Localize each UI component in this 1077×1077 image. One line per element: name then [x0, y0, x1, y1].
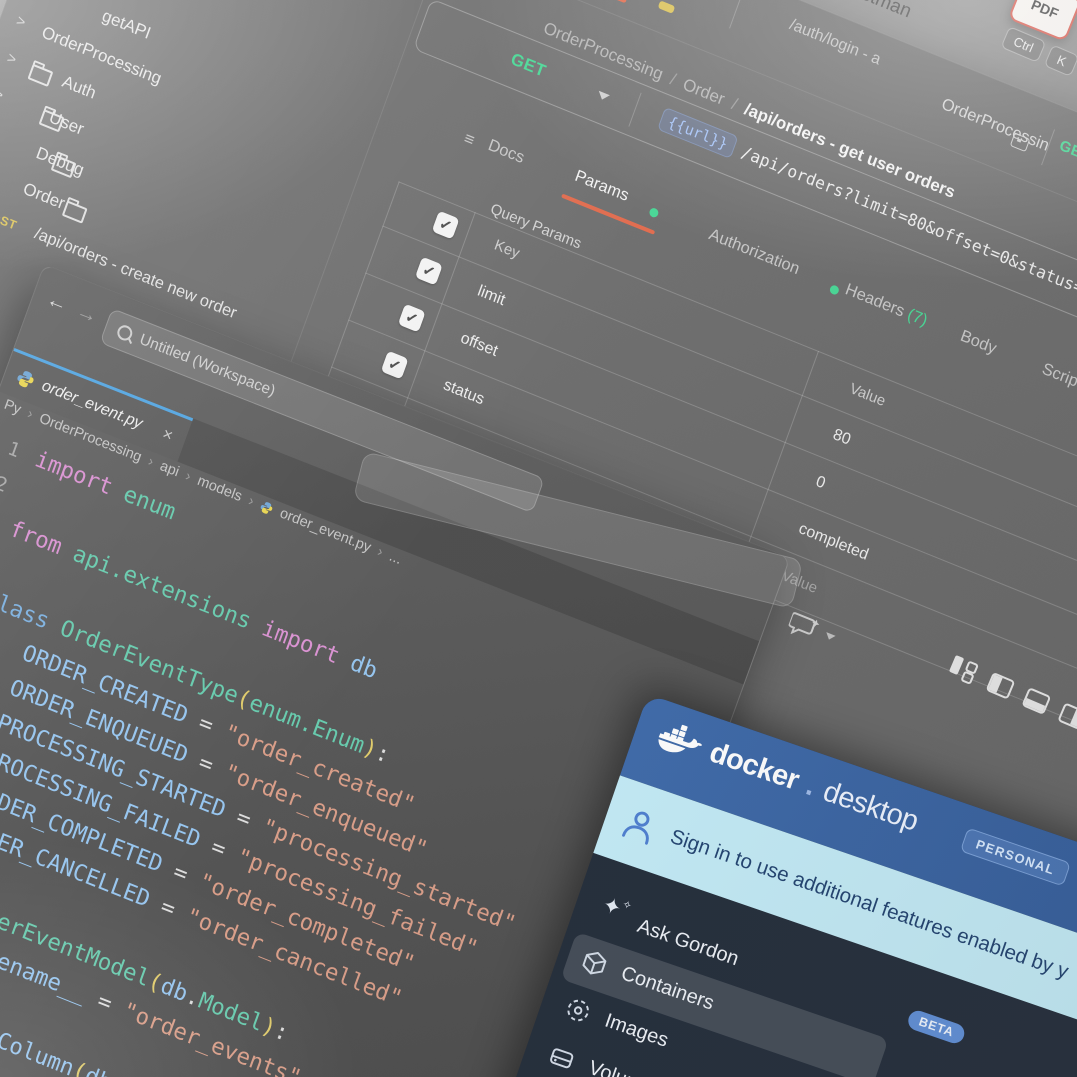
- row-checkbox[interactable]: ✓: [415, 257, 443, 286]
- sidebar-folder-order[interactable]: Order: [20, 179, 67, 214]
- nav-images[interactable]: Images: [602, 1010, 672, 1053]
- value-column-header: Value: [847, 380, 887, 410]
- beta-badge: BETA: [906, 1008, 968, 1046]
- breadcrumb-chevron: ›: [246, 493, 256, 510]
- authorization-dot: [829, 284, 840, 296]
- breadcrumb-separator: /: [667, 69, 678, 90]
- param-key[interactable]: limit: [475, 282, 508, 310]
- param-value[interactable]: 80: [830, 426, 853, 450]
- breadcrumb-item[interactable]: ...: [387, 548, 404, 567]
- urlbar-separator: [628, 93, 641, 127]
- k-keycap: K: [1044, 45, 1077, 77]
- active-tab-underline: [561, 194, 655, 235]
- tab-headers[interactable]: Headers (7): [843, 280, 930, 331]
- headers-label: Headers: [843, 280, 907, 320]
- tab-docs[interactable]: Docs: [485, 136, 526, 168]
- params-modified-dot: [648, 207, 659, 219]
- screenshot-canvas: getAPI > OrderProcessing > Auth > User >…: [0, 0, 1077, 1077]
- images-icon: [562, 994, 595, 1027]
- tab-method-fragment-red: [605, 0, 627, 3]
- chevron-icon[interactable]: >: [0, 85, 6, 104]
- sidebar-item-getapi[interactable]: getAPI: [99, 6, 153, 44]
- breadcrumb-chevron: ›: [183, 468, 193, 485]
- search-icon: [115, 323, 134, 343]
- back-arrow[interactable]: ←: [43, 287, 71, 317]
- post-method-badge: POST: [0, 206, 19, 233]
- tab-get-fragment[interactable]: GET: [1057, 137, 1077, 165]
- docker-logo-word2: desktop: [819, 775, 922, 838]
- docs-icon: ≡: [461, 128, 477, 151]
- chevron-icon[interactable]: >: [5, 49, 19, 68]
- chevron-down-icon: [824, 632, 835, 641]
- sidebar-folder-auth[interactable]: Auth: [59, 72, 98, 104]
- breadcrumb-chevron: ›: [25, 406, 35, 423]
- param-value[interactable]: 0: [813, 473, 827, 493]
- tab-auth-login[interactable]: /auth/login - a: [787, 16, 883, 69]
- tab-method-fragment-yellow: [658, 0, 676, 14]
- close-icon[interactable]: ×: [160, 423, 176, 445]
- folder-icon: [62, 201, 88, 224]
- row-checkbox[interactable]: ✓: [398, 304, 426, 333]
- tab-authorization[interactable]: Authorization: [706, 225, 802, 279]
- param-key[interactable]: status: [441, 376, 487, 409]
- nav-volumes[interactable]: Volumes: [585, 1057, 665, 1077]
- docker-logo-word1: docker: [705, 736, 803, 797]
- row-checkbox[interactable]: ✓: [381, 351, 409, 380]
- person-icon: [618, 804, 661, 847]
- volumes-icon: [545, 1041, 578, 1074]
- tab-scripts[interactable]: Scripts: [1039, 360, 1077, 397]
- tab-params[interactable]: Params: [572, 167, 631, 206]
- url-variable-chip: {{url}}: [657, 107, 739, 159]
- tab-body[interactable]: Body: [958, 327, 999, 359]
- docker-logo-dot: .: [802, 769, 820, 803]
- folder-icon: [27, 64, 53, 87]
- python-icon: [14, 367, 37, 391]
- breadcrumb-chevron: ›: [375, 544, 385, 561]
- method-selector[interactable]: GET: [508, 49, 549, 81]
- tab-separator: [729, 0, 743, 28]
- chevron-icon[interactable]: >: [14, 12, 28, 31]
- chevron-down-icon[interactable]: [596, 91, 610, 102]
- comment-bubble-icon: [786, 609, 822, 644]
- plan-badge: PERSONAL: [960, 827, 1071, 886]
- headers-count: (7): [905, 305, 930, 329]
- param-key[interactable]: offset: [458, 329, 500, 360]
- docker-whale-icon: [652, 716, 707, 765]
- scene: getAPI > OrderProcessing > Auth > User >…: [0, 0, 1077, 1077]
- ask-gordon-icon: ✦✧: [599, 892, 634, 926]
- select-all-checkbox[interactable]: ✓: [432, 211, 460, 240]
- breadcrumb-chevron: ›: [146, 453, 156, 470]
- sidebar-folder-user[interactable]: User: [46, 107, 86, 139]
- breadcrumb-separator: /: [729, 94, 740, 115]
- key-column-header: Key: [492, 236, 522, 262]
- sidebar-folder-debug[interactable]: Debug: [33, 143, 86, 181]
- tab-orderprocessing[interactable]: OrderProcessin: [939, 95, 1052, 156]
- forward-arrow[interactable]: →: [73, 299, 101, 329]
- python-icon: [259, 499, 276, 516]
